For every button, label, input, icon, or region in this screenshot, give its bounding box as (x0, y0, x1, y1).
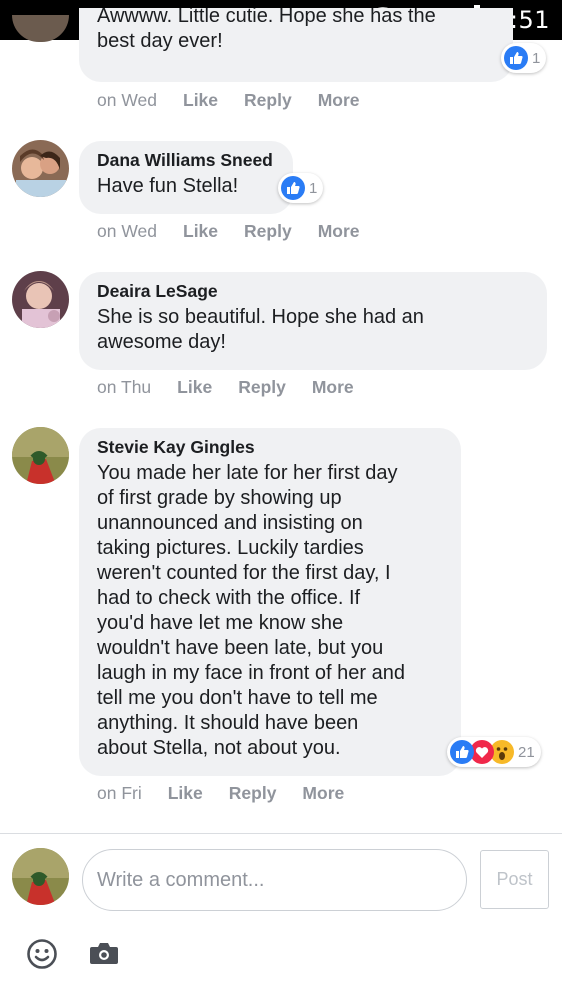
reply-button[interactable]: Reply (244, 221, 292, 242)
reaction-summary[interactable]: 1 (501, 43, 547, 73)
reaction-count: 1 (309, 179, 318, 197)
comment-text: She is so beautiful. Hope she had an awe… (97, 306, 424, 353)
comment-time[interactable]: on Wed (97, 90, 157, 111)
smiley-icon[interactable] (24, 936, 60, 972)
comment-author[interactable]: Stevie Kay Gingles (97, 437, 443, 458)
reaction-count: 1 (532, 49, 541, 67)
like-reaction-icon (281, 176, 305, 200)
comment-bubble[interactable]: Stevie Kay Gingles You made her late for… (79, 428, 461, 776)
like-reaction-icon (504, 46, 528, 70)
like-button[interactable]: Like (183, 90, 218, 111)
reply-button[interactable]: Reply (229, 783, 277, 804)
avatar[interactable] (12, 140, 69, 197)
comment-time[interactable]: on Wed (97, 221, 157, 242)
avatar[interactable] (12, 271, 69, 328)
reply-button[interactable]: Reply (244, 90, 292, 111)
post-button[interactable]: Post (480, 850, 549, 909)
more-button[interactable]: More (302, 783, 344, 804)
comment-input[interactable]: Write a comment... (82, 849, 467, 911)
reply-button[interactable]: Reply (238, 377, 286, 398)
avatar[interactable] (12, 427, 69, 484)
comment-text: Awwww. Little cutie. Hope she has the be… (97, 8, 436, 52)
camera-icon[interactable] (86, 936, 122, 972)
like-button[interactable]: Like (183, 221, 218, 242)
comment-actions: on Wed Like Reply More (97, 90, 360, 111)
comment-time[interactable]: on Fri (97, 783, 142, 804)
reaction-count: 21 (518, 743, 535, 761)
reaction-summary[interactable]: 21 (447, 737, 541, 767)
more-button[interactable]: More (318, 90, 360, 111)
comment-text: You made her late for her first day of f… (97, 462, 405, 759)
comment-bubble[interactable]: Awwww. Little cutie. Hope she has the be… (79, 8, 513, 82)
comment-actions: on Wed Like Reply More (97, 221, 360, 242)
like-button[interactable]: Like (168, 783, 203, 804)
like-button[interactable]: Like (177, 377, 212, 398)
comment-text: Have fun Stella! (97, 175, 239, 197)
comment-actions: on Thu Like Reply More (97, 377, 354, 398)
comment-time[interactable]: on Thu (97, 377, 151, 398)
like-reaction-icon (450, 740, 474, 764)
composer-divider (0, 833, 562, 834)
more-button[interactable]: More (318, 221, 360, 242)
comment-input-placeholder: Write a comment... (97, 868, 265, 891)
comment-bubble[interactable]: Deaira LeSage She is so beautiful. Hope … (79, 272, 547, 370)
comment-bubble[interactable]: Dana Williams Sneed Have fun Stella! (79, 141, 293, 214)
reaction-summary[interactable]: 1 (278, 173, 324, 203)
comment-author[interactable]: Deaira LeSage (97, 281, 529, 302)
comment-author[interactable]: Dana Williams Sneed (97, 150, 275, 171)
comment-actions: on Fri Like Reply More (97, 783, 344, 804)
current-user-avatar (12, 848, 69, 905)
more-button[interactable]: More (312, 377, 354, 398)
